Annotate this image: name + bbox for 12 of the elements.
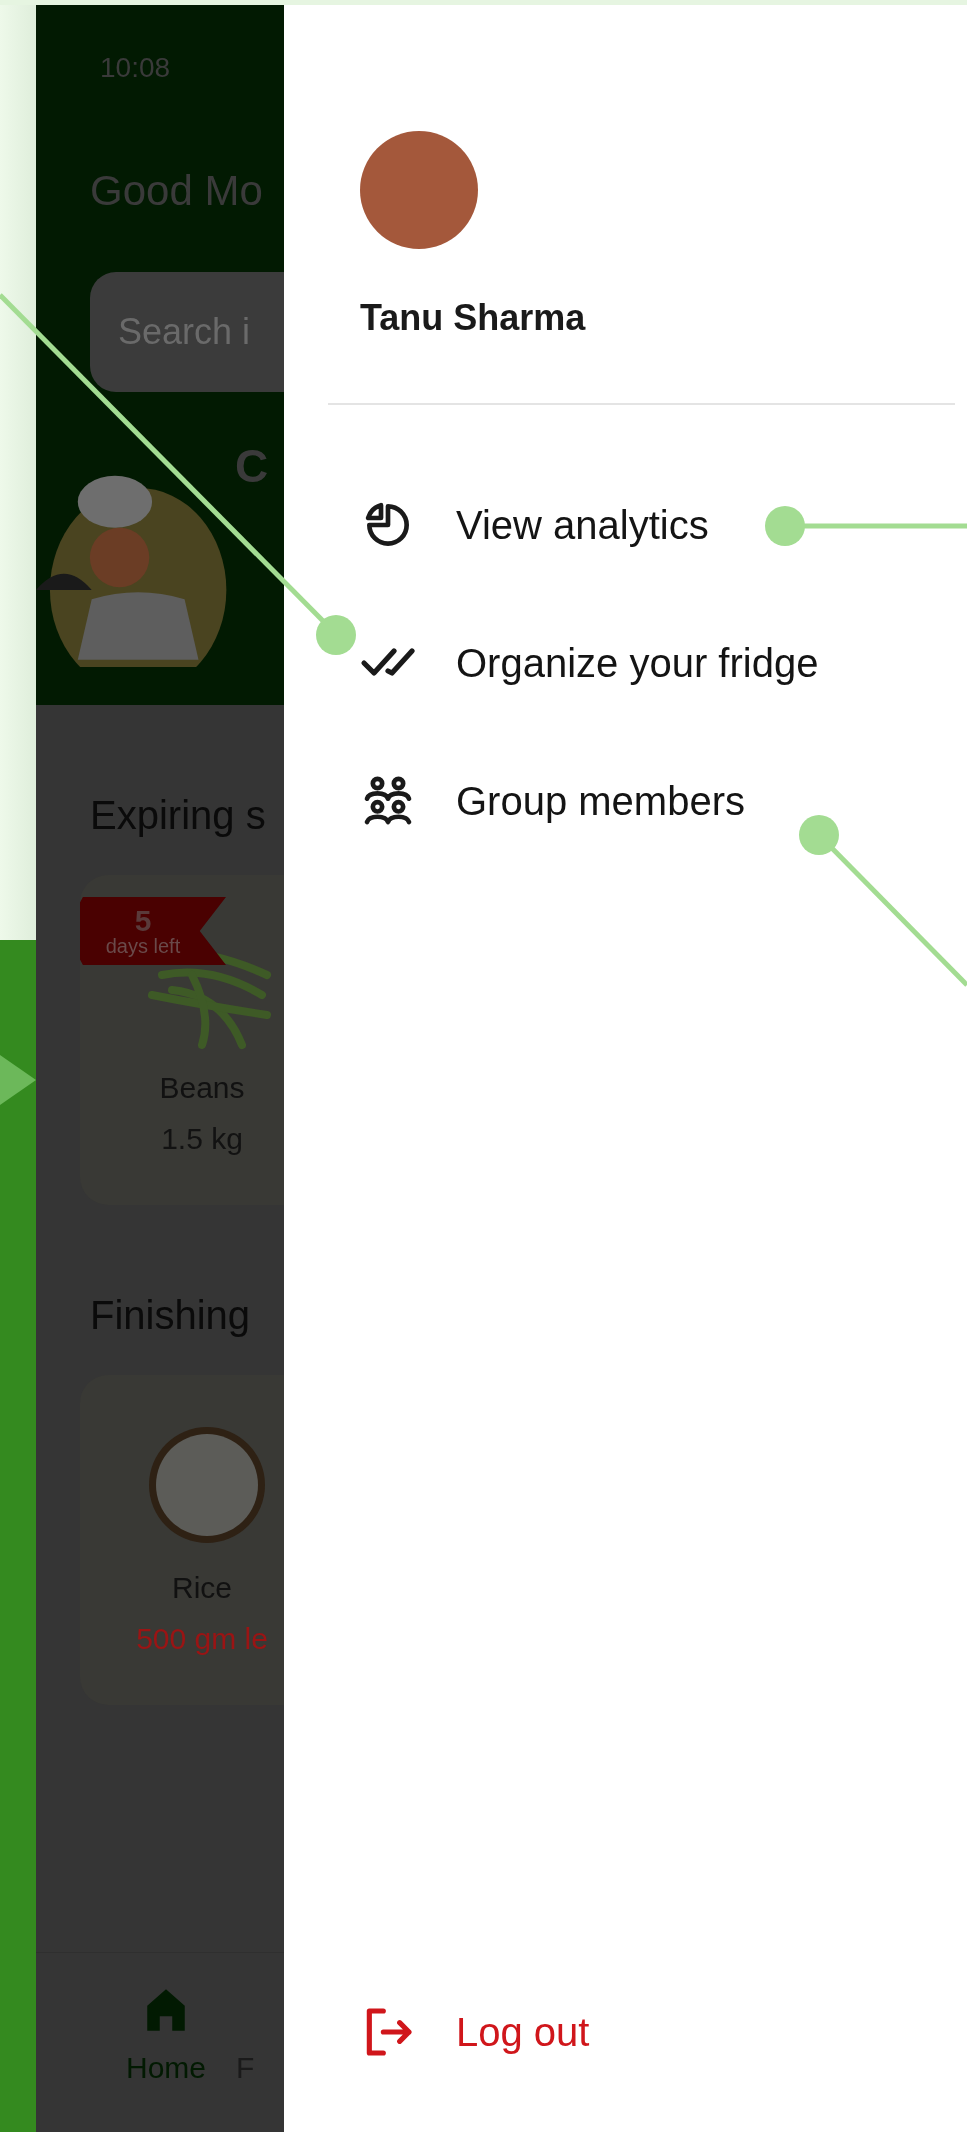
user-name: Tanu Sharma	[360, 296, 587, 340]
days-label: days left	[105, 936, 181, 956]
item-quantity: 500 gm le	[136, 1621, 268, 1657]
triangle-icon	[0, 1055, 36, 1105]
greeting: Good Mo	[90, 166, 264, 216]
logout-button[interactable]: Log out	[456, 2002, 590, 2062]
menu-item[interactable]: Organize your fridge	[456, 633, 819, 693]
status-time: 10:08	[100, 51, 172, 85]
days-number: 5	[134, 906, 152, 936]
menu-item[interactable]: View analytics	[456, 495, 709, 555]
banner-heading: C	[235, 439, 269, 494]
menu-item[interactable]: Group members	[456, 771, 745, 831]
